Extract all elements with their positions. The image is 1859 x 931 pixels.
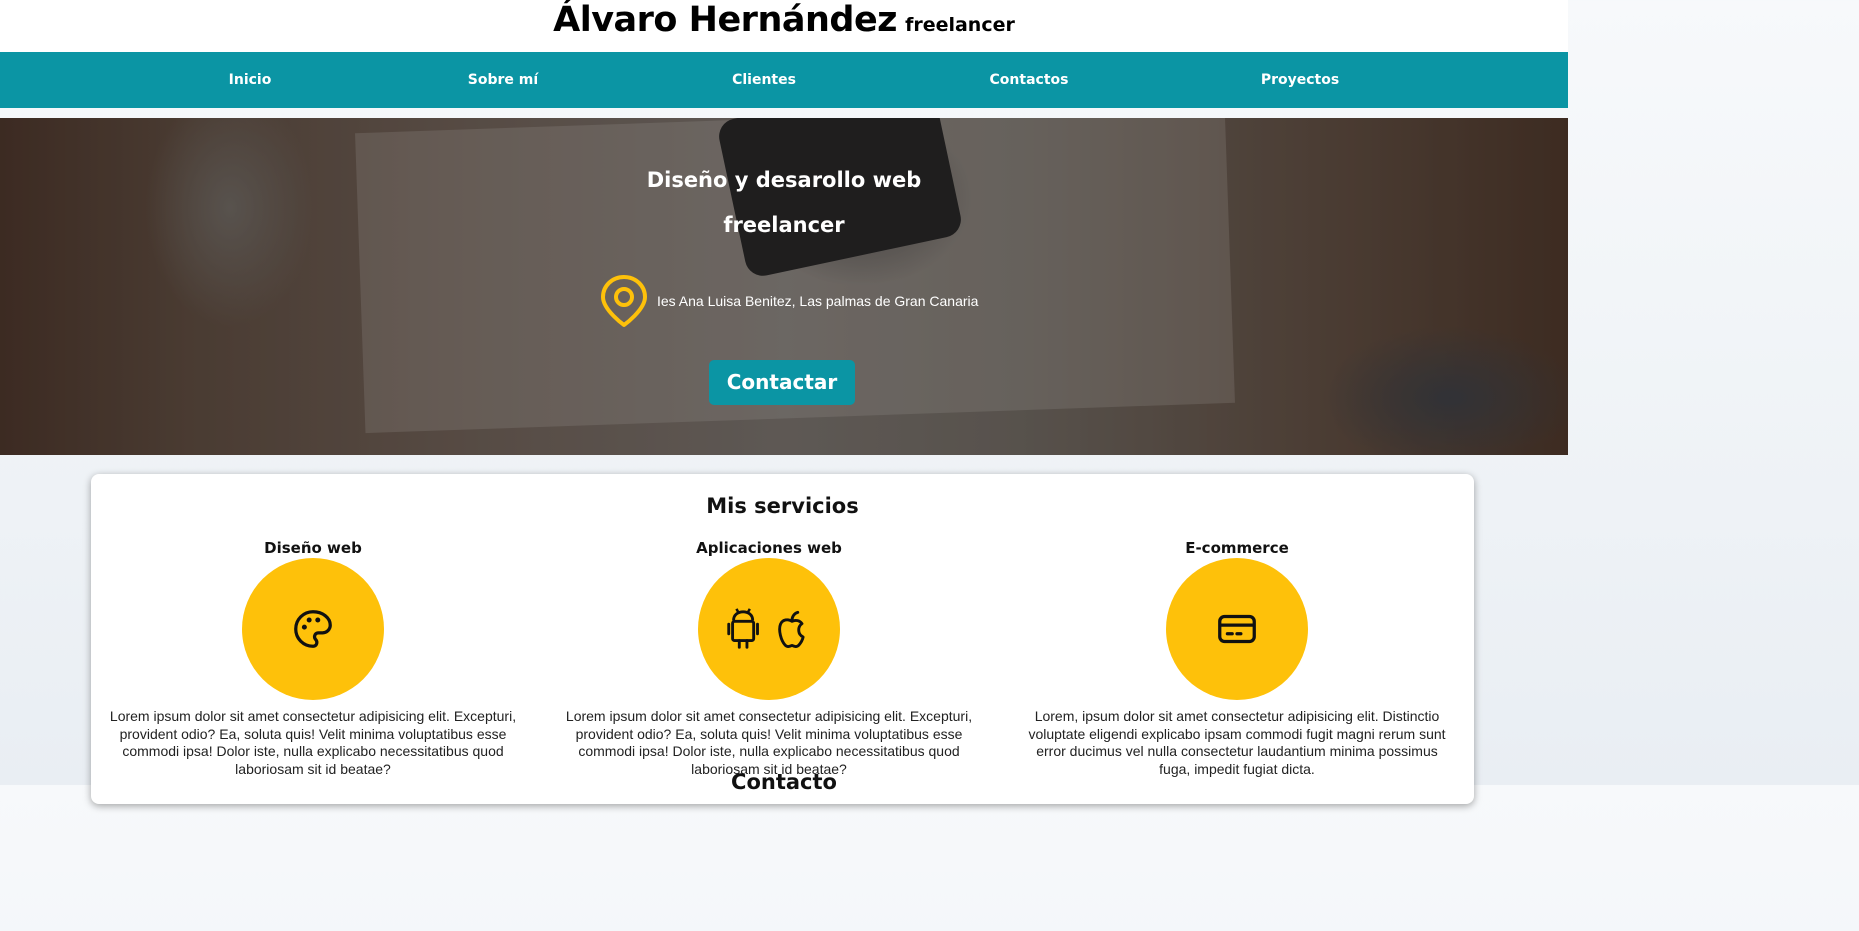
contactar-button[interactable]: Contactar	[709, 360, 855, 405]
service-title: Aplicaciones web	[696, 539, 842, 557]
service-description: Lorem ipsum dolor sit amet consectetur a…	[565, 708, 973, 777]
site-header: Álvaro Hernández freelancer	[0, 0, 1568, 52]
service-card-e-commerce: E-commerce Lorem, ipsum dolor sit amet c…	[1017, 538, 1457, 778]
hero-heading-line2: freelancer	[723, 213, 845, 237]
hero-banner: Diseño y desarollo web freelancer Ies An…	[0, 118, 1568, 455]
service-title: E-commerce	[1185, 539, 1289, 557]
palette-icon	[294, 610, 332, 648]
credit-card-icon	[1218, 614, 1256, 644]
map-pin-icon	[601, 275, 647, 327]
services-title: Mis servicios	[706, 494, 859, 518]
service-card-diseno-web: Diseño web Lorem ipsum dolor sit amet co…	[93, 538, 533, 778]
main-navbar: Inicio Sobre mí Clientes Contactos Proye…	[0, 52, 1568, 108]
site-owner-role: freelancer	[905, 14, 1015, 36]
services-section: Mis servicios Diseño web Lorem ipsum dol…	[91, 474, 1474, 804]
service-icon-circle	[1166, 558, 1308, 700]
service-card-aplicaciones-web: Aplicaciones web Lorem ipsum dolor sit a…	[549, 538, 989, 778]
nav-item-clientes[interactable]: Clientes	[732, 52, 796, 108]
site-owner-name: Álvaro Hernández	[553, 0, 898, 40]
location-row: Ies Ana Luisa Benitez, Las palmas de Gra…	[599, 273, 978, 329]
service-icon-circle	[698, 558, 840, 700]
location-text: Ies Ana Luisa Benitez, Las palmas de Gra…	[657, 293, 979, 309]
nav-item-inicio[interactable]: Inicio	[229, 52, 272, 108]
service-description: Lorem ipsum dolor sit amet consectetur a…	[109, 708, 517, 777]
service-description: Lorem, ipsum dolor sit amet consectetur …	[1028, 708, 1446, 777]
contact-section-title: Contacto	[731, 770, 837, 794]
nav-item-sobre-mi[interactable]: Sobre mí	[468, 52, 538, 108]
service-icon-circle	[242, 558, 384, 700]
hero-heading-line1: Diseño y desarollo web	[646, 168, 922, 192]
nav-item-proyectos[interactable]: Proyectos	[1261, 52, 1339, 108]
service-title: Diseño web	[264, 539, 362, 557]
android-apple-icon	[727, 608, 805, 649]
nav-item-contactos[interactable]: Contactos	[990, 52, 1069, 108]
